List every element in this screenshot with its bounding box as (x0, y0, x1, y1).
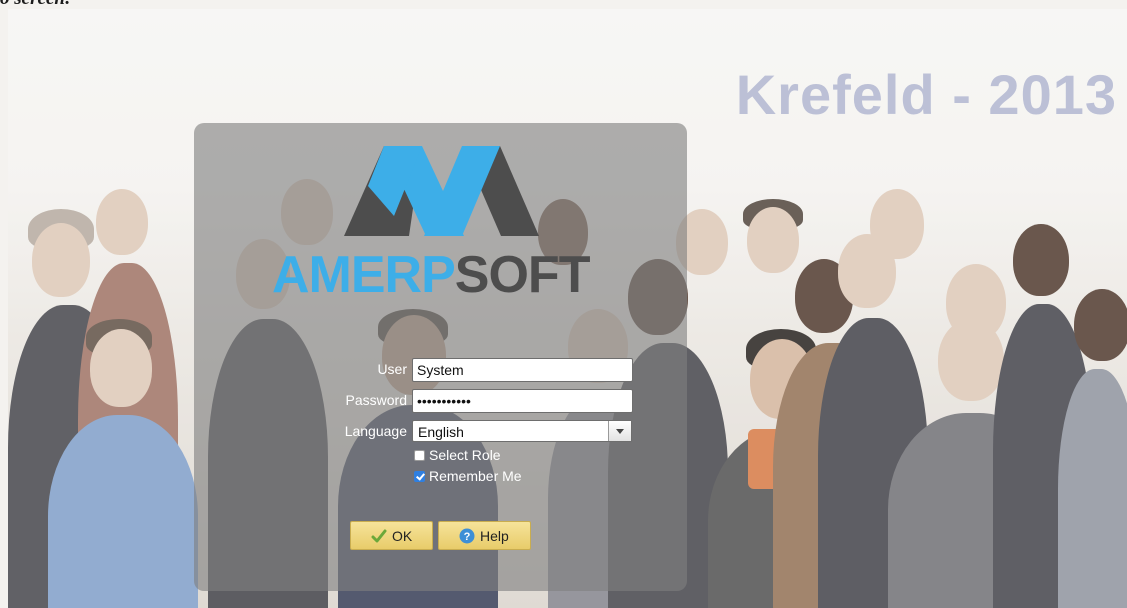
remember-me-label: Remember Me (429, 468, 522, 484)
ok-button-label: OK (392, 528, 413, 544)
remember-me-checkbox[interactable] (414, 471, 425, 482)
question-icon: ? (459, 528, 475, 544)
language-dropdown-button[interactable] (608, 421, 631, 441)
language-select-value: English (418, 424, 464, 440)
password-row: Password (194, 389, 687, 413)
logo-text-part1: AMERP (272, 246, 456, 304)
user-input[interactable] (412, 358, 633, 382)
chevron-down-icon (616, 429, 624, 434)
password-input[interactable] (412, 389, 633, 413)
ok-button[interactable]: OK (350, 521, 433, 550)
logo-text-part2: SOFT (454, 246, 591, 304)
help-button[interactable]: ? Help (438, 521, 531, 550)
photo-title: Krefeld - 2013 (735, 63, 1117, 126)
logo-mark-icon (344, 146, 539, 236)
svg-text:?: ? (464, 531, 471, 543)
language-row: Language English (194, 420, 687, 444)
password-label: Password (345, 392, 407, 408)
language-label: Language (344, 423, 407, 439)
help-button-label: Help (480, 528, 509, 544)
logo-text: AMERPSOFT (272, 245, 591, 305)
login-panel: AMERPSOFT User Password Language English… (194, 123, 687, 591)
user-label: User (377, 361, 407, 377)
checkmark-icon (371, 529, 387, 543)
select-role-checkbox[interactable] (414, 450, 425, 461)
language-select[interactable]: English (412, 420, 632, 442)
select-role-label: Select Role (429, 447, 501, 463)
user-row: User (194, 358, 687, 382)
page-caption: o screen: (0, 0, 71, 9)
